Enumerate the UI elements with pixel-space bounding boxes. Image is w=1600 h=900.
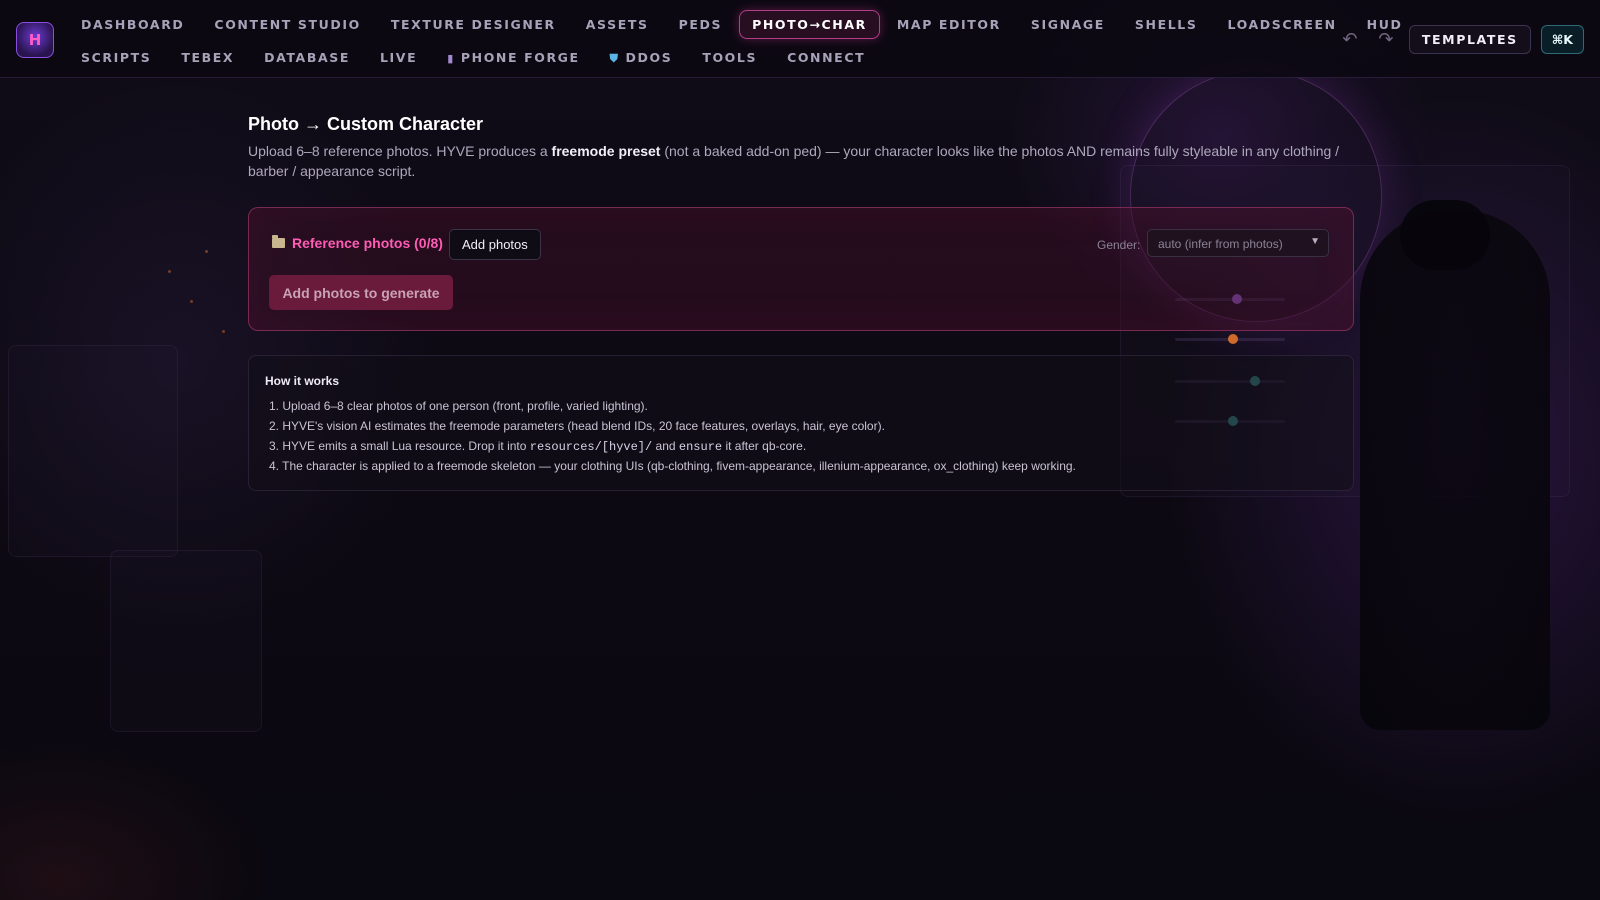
toolbar-actions: ↶ ↷ TEMPLATES ⌘K [1337, 25, 1584, 54]
nav-item-tebex[interactable]: TEBEX [168, 43, 247, 73]
nav-item-peds[interactable]: PEDS [666, 10, 735, 39]
nav-row-primary: DASHBOARD CONTENT STUDIO TEXTURE DESIGNER A… [68, 10, 1419, 39]
nav-item-label: PHOTO→CHAR [752, 17, 867, 32]
nav-item-label: TOOLS [702, 50, 758, 65]
nav-item-label: LIVE [379, 50, 418, 65]
how-it-works-steps: 1. Upload 6–8 clear photos of one person… [269, 396, 1076, 476]
page-description-emphasis: freemode preset [551, 143, 661, 159]
nav-item-label: PHONE FORGE [460, 50, 580, 65]
step-item: 1. Upload 6–8 clear photos of one person… [269, 399, 648, 413]
nav-item-label: SIGNAGE [1030, 17, 1105, 32]
nav-item-content-studio[interactable]: CONTENT STUDIO [201, 10, 373, 39]
step-code: ensure [678, 440, 723, 454]
nav-item-map-editor[interactable]: MAP EDITOR [884, 10, 1014, 39]
nav-item-connect[interactable]: CONNECT [774, 43, 878, 73]
nav-row-secondary: SCRIPTS TEBEX DATABASE LIVE ▮ PHONE FORGE ⛊ DDO… [68, 43, 882, 73]
nav-item-label: DDOS [625, 50, 673, 65]
how-it-works-card: How it works 1. Upload 6–8 clear photos … [248, 355, 1354, 491]
undo-icon[interactable]: ↶ [1337, 27, 1363, 53]
nav-item-label: SCRIPTS [81, 50, 152, 65]
page-description-text: Upload 6–8 reference photos. HYVE produc… [248, 143, 552, 159]
step-item: 2. HYVE's vision AI estimates the freemo… [269, 419, 885, 433]
reference-photos-card: Reference photos (0/8) Add photos Gender… [248, 207, 1354, 331]
page-title: Photo → Custom Character [248, 114, 484, 134]
nav-item-signage[interactable]: SIGNAGE [1018, 10, 1118, 39]
nav-item-label: DATABASE [264, 50, 350, 65]
nav-item-label: TEXTURE DESIGNER [390, 17, 556, 32]
main-content: Photo → Custom Character Upload 6–8 refe… [248, 112, 1354, 491]
generate-button[interactable]: Add photos to generate [269, 275, 453, 310]
background-figure [1360, 210, 1550, 730]
nav-item-phone-forge[interactable]: ▮ PHONE FORGE [434, 43, 592, 73]
nav-item-label: DASHBOARD [81, 17, 185, 32]
folder-icon [272, 235, 285, 248]
nav-item-label: CONTENT STUDIO [214, 17, 361, 32]
background-figure-head [1400, 200, 1490, 270]
nav-item-database[interactable]: DATABASE [251, 43, 363, 73]
shield-icon: ⛊ [609, 52, 620, 65]
reference-photos-title: Reference photos (0/8) [292, 235, 443, 251]
step-text: it after qb-core. [722, 439, 807, 453]
gender-select[interactable]: auto (infer from photos) ▼ [1147, 229, 1329, 257]
nav-item-loadscreen[interactable]: LOADSCREEN [1214, 10, 1349, 39]
nav-item-shells[interactable]: SHELLS [1122, 10, 1211, 39]
templates-button[interactable]: TEMPLATES [1408, 25, 1531, 54]
gender-select-value: auto (infer from photos) [1158, 237, 1283, 251]
phone-icon: ▮ [447, 52, 455, 65]
background-panel [8, 345, 178, 557]
nav-item-assets[interactable]: ASSETS [573, 10, 662, 39]
step-item: 4. The character is applied to a freemod… [269, 459, 1076, 473]
nav-item-ddos[interactable]: ⛊ DDOS [597, 43, 686, 73]
nav-item-label: TEBEX [181, 50, 235, 65]
step-code: resources/[hyve]/ [529, 440, 653, 454]
nav-item-tools[interactable]: TOOLS [689, 43, 770, 73]
chevron-down-icon: ▼ [1310, 236, 1320, 247]
nav-item-dashboard[interactable]: DASHBOARD [68, 10, 197, 39]
nav-item-scripts[interactable]: SCRIPTS [68, 43, 164, 73]
how-it-works-title: How it works [265, 374, 340, 388]
gender-label: Gender: [1097, 238, 1141, 252]
logo-mark: H [28, 31, 42, 49]
nav-item-photo-char[interactable]: PHOTO→CHAR [739, 10, 880, 39]
nav-item-label: ASSETS [585, 17, 649, 32]
nav-item-label: CONNECT [787, 50, 866, 65]
hyve-logo[interactable]: H [16, 22, 54, 58]
add-photos-button[interactable]: Add photos [449, 229, 541, 260]
step-item: 3. HYVE emits a small Lua resource. Drop… [269, 436, 1076, 456]
redo-icon[interactable]: ↷ [1373, 27, 1399, 53]
nav-item-live[interactable]: LIVE [367, 43, 430, 73]
nav-item-label: SHELLS [1134, 17, 1198, 32]
reference-photos-heading: Reference photos (0/8) [272, 235, 443, 251]
nav-item-texture-designer[interactable]: TEXTURE DESIGNER [378, 10, 569, 39]
top-navigation: H DASHBOARD CONTENT STUDIO TEXTURE DESIGNE… [0, 0, 1600, 78]
command-palette-button[interactable]: ⌘K [1540, 25, 1584, 54]
step-text: and [652, 439, 679, 453]
nav-item-label: LOADSCREEN [1227, 17, 1337, 32]
background-panel [110, 550, 262, 732]
step-text: 3. HYVE emits a small Lua resource. Drop… [269, 439, 530, 453]
nav-item-label: MAP EDITOR [896, 17, 1001, 32]
nav-item-label: PEDS [678, 17, 723, 32]
page-description: Upload 6–8 reference photos. HYVE produc… [248, 141, 1348, 181]
